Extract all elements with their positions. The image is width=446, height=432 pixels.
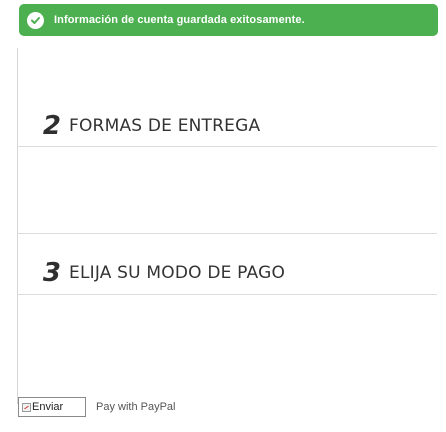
button-alt-text: Enviar — [32, 401, 64, 413]
step-delivery-header: 2 FORMAS DE ENTREGA — [17, 113, 437, 139]
divider — [17, 294, 437, 295]
divider — [17, 233, 437, 234]
check-circle-icon — [27, 11, 44, 29]
step-number: 2 — [42, 111, 61, 141]
paypal-submit-button[interactable]: Enviar — [18, 397, 86, 417]
step-title: ELIJA SU MODO DE PAGO — [69, 263, 286, 283]
alert-message: Información de cuenta guardada exitosame… — [54, 14, 305, 26]
payment-method-label: Pay with PayPal — [96, 401, 176, 413]
payment-option-paypal: Enviar Pay with PayPal — [18, 397, 175, 417]
success-alert: Información de cuenta guardada exitosame… — [19, 4, 438, 36]
content-border — [17, 48, 18, 404]
step-title: FORMAS DE ENTREGA — [69, 116, 261, 136]
step-payment-header: 3 ELIJA SU MODO DE PAGO — [17, 260, 437, 286]
broken-image-icon — [22, 402, 31, 412]
divider — [17, 146, 437, 147]
step-number: 3 — [42, 258, 61, 288]
